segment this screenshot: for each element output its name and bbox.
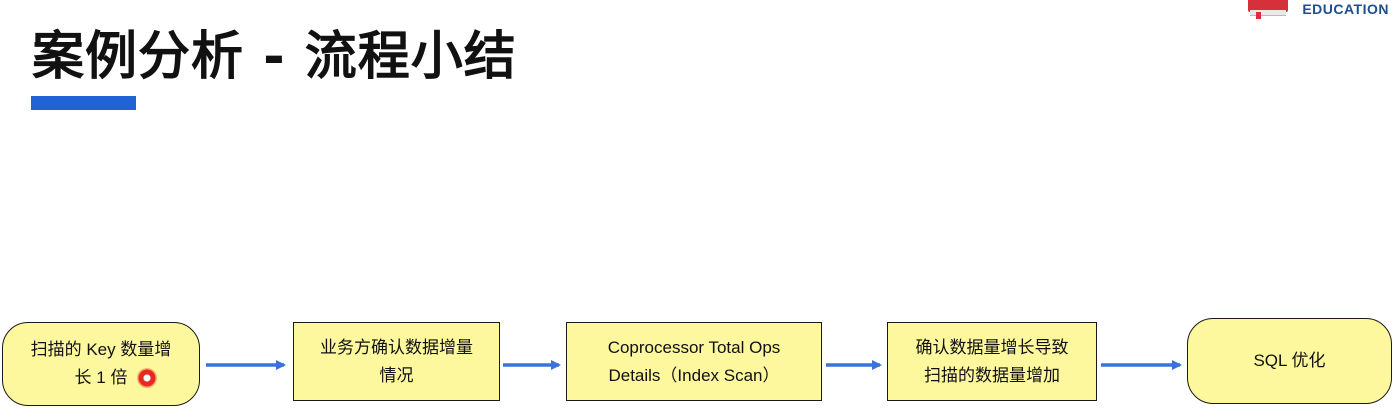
node-2-line-1: 业务方确认数据增量 xyxy=(320,337,473,357)
flow-node-scanned-keys: 扫描的 Key 数量增 长 1 倍 xyxy=(2,322,200,406)
node-2-line-2: 情况 xyxy=(379,365,414,385)
node-1-line-1: 扫描的 Key 数量增 xyxy=(30,340,172,359)
cursor-pointer-icon xyxy=(137,368,157,388)
node-4-line-2: 扫描的数据量增加 xyxy=(924,365,1060,385)
flow-node-data-growth: 确认数据量增长导致 扫描的数据量增加 xyxy=(887,322,1097,401)
node-3-line-1: Coprocessor Total Ops xyxy=(607,337,781,357)
node-4-line-1: 确认数据量增长导致 xyxy=(915,337,1069,357)
node-5-label: SQL 优化 xyxy=(1253,351,1326,370)
flow-node-coprocessor-ops: Coprocessor Total Ops Details（Index Scan… xyxy=(566,322,822,401)
node-3-line-2: Details（Index Scan） xyxy=(608,365,780,385)
flow-node-confirm-data-increment: 业务方确认数据增量 情况 xyxy=(293,322,500,401)
flow-node-sql-optimization: SQL 优化 xyxy=(1187,318,1392,404)
